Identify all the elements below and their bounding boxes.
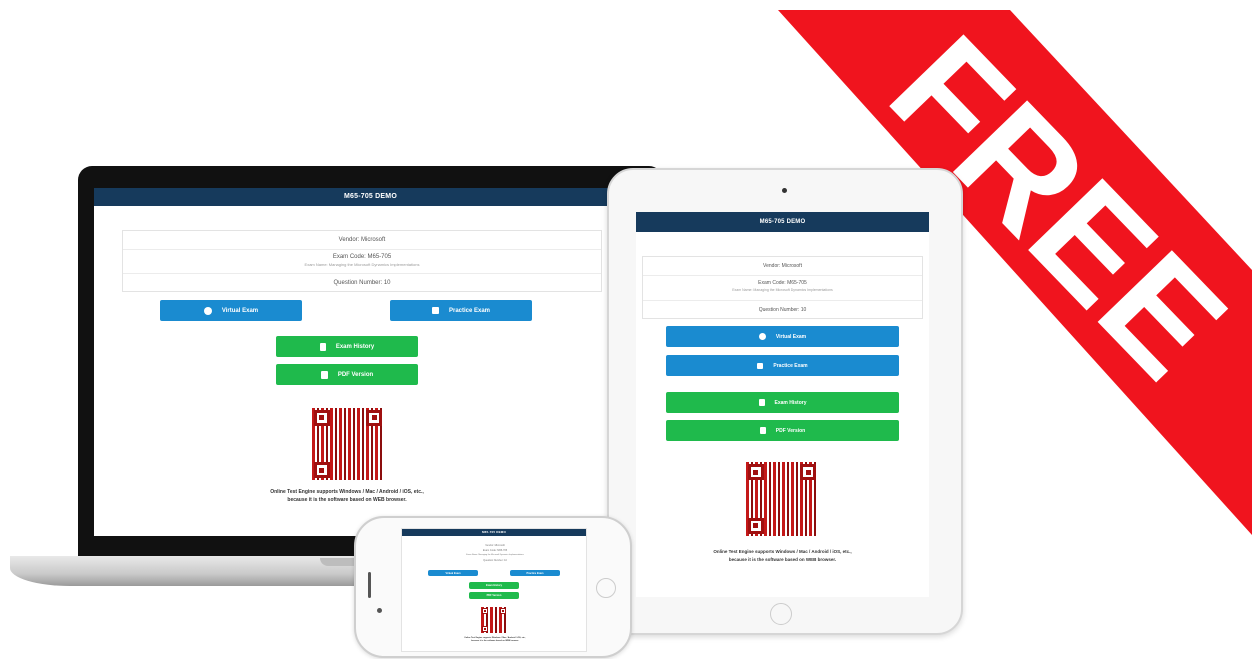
question-number-row: Question Number: 10 — [123, 274, 601, 292]
question-number-text: Question Number: 10 — [333, 280, 391, 286]
tablet-screen: M65-705 DEMO Vendor: Microsoft Exam Code… — [636, 212, 929, 597]
caption-line-2: because it is the software based on WEB … — [471, 640, 519, 642]
virtual-exam-button[interactable]: Virtual Exam — [160, 300, 302, 321]
vendor-row: Vendor: Microsoft — [643, 257, 922, 276]
phone-speaker — [368, 572, 371, 598]
tablet-home-button — [770, 603, 792, 625]
demo-header: M65-705 DEMO — [636, 212, 929, 232]
phone-home-button — [596, 578, 616, 598]
compatibility-caption: Online Test Engine supports Windows / Ma… — [442, 637, 548, 643]
pdf-version-button[interactable]: PDF Version — [469, 592, 519, 599]
vendor-text: Vendor: Microsoft — [338, 237, 386, 243]
exam-info-box: Vendor: Microsoft Exam Code: M65-705 Exa… — [642, 256, 923, 319]
exam-history-label: Exam History — [486, 584, 502, 587]
pdf-version-button[interactable]: PDF Version — [276, 364, 418, 385]
pdf-icon — [320, 370, 328, 379]
pdf-version-button[interactable]: PDF Version — [666, 420, 899, 441]
compatibility-caption: Online Test Engine supports Windows / Ma… — [646, 548, 919, 564]
exam-history-button[interactable]: Exam History — [666, 392, 899, 413]
tablet-camera — [782, 188, 787, 193]
virtual-exam-icon — [203, 306, 212, 315]
question-number-text: Question Number: 10 — [758, 307, 807, 313]
vendor-row: Vendor: Microsoft — [123, 231, 601, 250]
pdf-icon — [759, 427, 766, 434]
compatibility-caption: Online Test Engine supports Windows / Ma… — [154, 488, 540, 504]
practice-exam-label: Practice Exam — [526, 571, 544, 575]
virtual-exam-label: Virtual Exam — [221, 307, 259, 314]
exam-code-text: Exam Code: M65-705 — [332, 254, 392, 260]
pdf-version-label: PDF Version — [486, 594, 502, 597]
caption-line-2: because it is the software based on WEB … — [728, 557, 837, 562]
caption-line-1: Online Test Engine supports Windows / Ma… — [270, 489, 424, 495]
exam-history-button[interactable]: Exam History — [469, 582, 519, 589]
practice-exam-icon — [431, 307, 439, 314]
exam-history-button[interactable]: Exam History — [276, 336, 418, 357]
exam-info-box: Vendor: Microsoft Exam Code: M65-705 Exa… — [432, 543, 558, 563]
qr-code — [312, 408, 384, 480]
exam-history-icon — [758, 399, 765, 406]
virtual-exam-button[interactable]: Virtual Exam — [428, 570, 478, 576]
question-number-text: Question Number: 10 — [483, 559, 507, 562]
pdf-version-label: PDF Version — [337, 371, 374, 378]
caption-line-2: because it is the software based on WEB … — [287, 497, 407, 503]
question-number-row: Question Number: 10 — [643, 301, 922, 319]
caption-line-1: Online Test Engine supports Windows / Ma… — [713, 549, 852, 554]
exam-code-text: Exam Code: M65-705 — [758, 280, 807, 286]
virtual-exam-label: Virtual Exam — [775, 333, 807, 340]
exam-history-label: Exam History — [335, 343, 375, 350]
phone-screen: M65-705 DEMO Vendor: Microsoft Exam Code… — [401, 528, 587, 652]
phone-camera — [377, 608, 382, 613]
exam-info-box: Vendor: Microsoft Exam Code: M65-705 Exa… — [122, 230, 602, 292]
virtual-exam-button[interactable]: Virtual Exam — [666, 326, 899, 347]
demo-header: M65-705 DEMO — [94, 188, 647, 206]
exam-history-label: Exam History — [774, 399, 807, 406]
qr-code — [481, 607, 507, 633]
laptop-screen: M65-705 DEMO Vendor: Microsoft Exam Code… — [94, 188, 647, 536]
pdf-version-label: PDF Version — [775, 427, 806, 434]
practice-exam-label: Practice Exam — [448, 307, 491, 314]
virtual-exam-icon — [758, 333, 766, 340]
exam-name-text: Exam Name: Managing the Microsoft Dynami… — [732, 288, 833, 292]
practice-exam-button[interactable]: Practice Exam — [390, 300, 532, 321]
practice-exam-label: Practice Exam — [773, 362, 808, 369]
exam-history-icon — [319, 342, 326, 351]
exam-code-row: Exam Code: M65-705 Exam Name: Managing t… — [643, 276, 922, 301]
qr-code — [746, 462, 818, 536]
practice-exam-button[interactable]: Practice Exam — [510, 570, 560, 576]
exam-code-row: Exam Code: M65-705 Exam Name: Managing t… — [123, 250, 601, 274]
vendor-text: Vendor: Microsoft — [763, 263, 802, 269]
practice-exam-icon — [757, 362, 764, 369]
practice-exam-button[interactable]: Practice Exam — [666, 355, 899, 376]
virtual-exam-label: Virtual Exam — [445, 571, 461, 575]
exam-name-text: Exam Name: Managing the Microsoft Dynami… — [304, 262, 420, 267]
demo-header: M65-705 DEMO — [402, 529, 586, 536]
